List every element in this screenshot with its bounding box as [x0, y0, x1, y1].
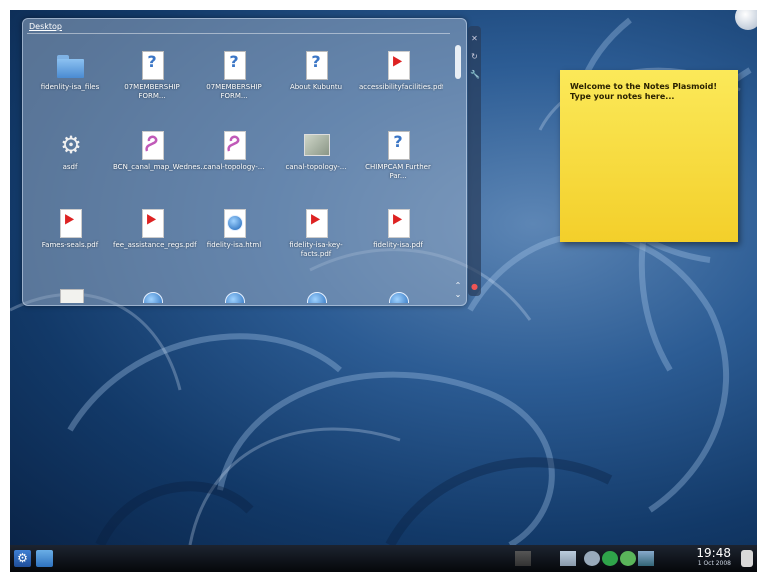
- resize-icon[interactable]: ●: [470, 282, 479, 291]
- item-label: About Kubuntu: [289, 83, 343, 91]
- item-label: canal-topology-...: [285, 163, 347, 171]
- desktop-item[interactable]: canal-topology-...: [277, 131, 355, 172]
- scroll-arrows-icon[interactable]: ⌃ ⌄: [454, 281, 462, 299]
- pdf-icon: ⯈: [56, 209, 84, 238]
- pager-icon[interactable]: [515, 551, 531, 566]
- map-icon: [302, 131, 330, 159]
- desktop-item[interactable]: [359, 287, 437, 303]
- scrollbar-thumb[interactable]: [455, 45, 461, 79]
- note-line: Welcome to the Notes Plasmoid!: [570, 82, 718, 91]
- desktop-item[interactable]: canal-topology-...: [195, 131, 273, 172]
- desktop-item[interactable]: ⯈ Fames-seals.pdf: [31, 209, 109, 250]
- unknown-doc-icon: ?: [138, 51, 166, 80]
- svg-icon: [138, 131, 166, 160]
- desktop-item[interactable]: ⯈ accessibilityfacilities.pdf: [359, 51, 443, 92]
- klipper-icon[interactable]: [620, 551, 636, 566]
- item-label: canal-topology-...: [203, 163, 265, 171]
- unknown-doc-icon: ?: [220, 51, 248, 80]
- display-icon[interactable]: [638, 551, 654, 566]
- desktop[interactable]: Desktop fidenlity-isa_files ? 07MEMBERSH…: [10, 10, 757, 545]
- globe-icon: [302, 287, 330, 303]
- desktop-item[interactable]: ⚙ asdf: [31, 131, 109, 172]
- globe-icon: [138, 287, 166, 303]
- pdf-icon: ⯈: [384, 209, 412, 238]
- item-label: fidelity-isa-key-facts.pdf: [289, 241, 343, 258]
- pdf-icon: ⯈: [384, 51, 412, 80]
- pdf-icon: ⯈: [138, 209, 166, 238]
- item-label: asdf: [62, 163, 78, 171]
- title-divider: [27, 33, 450, 34]
- desktop-item[interactable]: [113, 287, 191, 303]
- kickoff-menu-button[interactable]: ⚙: [14, 550, 31, 567]
- globe-icon: [220, 287, 248, 303]
- globe-icon: [384, 287, 412, 303]
- show-desktop-button[interactable]: [36, 550, 53, 567]
- item-label: 07MEMBERSHIP FORM...: [124, 83, 180, 100]
- item-label: BCN_canal_map_Wednes...: [113, 163, 207, 171]
- clock-time: 19:48: [696, 546, 731, 560]
- pdf-icon: ⯈: [302, 209, 330, 238]
- update-icon[interactable]: [602, 551, 618, 566]
- item-label: fee_assistance_regs.pdf: [113, 241, 197, 249]
- desktop-item[interactable]: ⯈ fidelity-isa.pdf: [359, 209, 437, 250]
- text-doc-icon: [56, 287, 84, 303]
- notes-plasmoid[interactable]: Welcome to the Notes Plasmoid! Type your…: [560, 70, 738, 242]
- desktop-item[interactable]: ⯈ fee_assistance_regs.pdf: [113, 209, 197, 250]
- icon-grid: fidenlity-isa_files ? 07MEMBERSHIP FORM.…: [31, 41, 443, 303]
- item-label: Fames-seals.pdf: [41, 241, 99, 249]
- folder-view-plasmoid[interactable]: Desktop fidenlity-isa_files ? 07MEMBERSH…: [22, 18, 467, 306]
- item-label: fidelity-isa.html: [206, 241, 262, 249]
- clock-date: 1 Oct 2008: [697, 560, 731, 567]
- html-icon: [220, 209, 248, 238]
- note-text[interactable]: Welcome to the Notes Plasmoid! Type your…: [570, 82, 730, 102]
- svg-icon: [220, 131, 248, 160]
- vertical-scrollbar[interactable]: ⌃ ⌄: [454, 41, 462, 299]
- item-label: fidelity-isa.pdf: [373, 241, 423, 249]
- volume-icon[interactable]: [584, 551, 600, 566]
- note-line: Type your notes here...: [570, 92, 675, 101]
- item-label: accessibilityfacilities.pdf: [359, 83, 443, 91]
- desktop-item[interactable]: fidelity-isa.html: [195, 209, 273, 250]
- configure-icon[interactable]: 🔧: [470, 70, 480, 79]
- desktop-item[interactable]: [31, 287, 109, 303]
- network-icon[interactable]: [560, 551, 576, 566]
- item-label: fidenlity-isa_files: [40, 83, 100, 91]
- unknown-doc-icon: ?: [384, 131, 412, 160]
- applet-handle[interactable]: ✕ ↻ 🔧 ●: [468, 26, 481, 296]
- item-label: 07MEMBERSHIP FORM...: [206, 83, 262, 100]
- desktop-item[interactable]: ? 07MEMBERSHIP FORM...: [113, 51, 191, 101]
- folder-view-title[interactable]: Desktop: [29, 22, 62, 31]
- desktop-item[interactable]: fidenlity-isa_files: [31, 51, 109, 92]
- desktop-item[interactable]: [195, 287, 273, 303]
- desktop-item[interactable]: ? CHIMPCAM Further Par...: [359, 131, 437, 181]
- gear-icon: ⚙: [60, 131, 82, 159]
- item-label: CHIMPCAM Further Par...: [365, 163, 431, 180]
- desktop-item[interactable]: ⯈ fidelity-isa-key-facts.pdf: [277, 209, 355, 259]
- desktop-item[interactable]: [277, 287, 355, 303]
- panel: ⚙ 19:48 1 Oct 2008: [10, 545, 757, 572]
- digital-clock[interactable]: 19:48 1 Oct 2008: [696, 547, 731, 568]
- folder-icon: [56, 51, 84, 79]
- desktop-item[interactable]: ? 07MEMBERSHIP FORM...: [195, 51, 273, 101]
- rotate-icon[interactable]: ↻: [470, 52, 479, 61]
- unknown-doc-icon: ?: [302, 51, 330, 80]
- desktop-item[interactable]: ? About Kubuntu: [277, 51, 355, 92]
- desktop-item[interactable]: BCN_canal_map_Wednes...: [113, 131, 207, 172]
- close-icon[interactable]: ✕: [470, 34, 479, 43]
- panel-toolbox-icon[interactable]: [741, 550, 753, 567]
